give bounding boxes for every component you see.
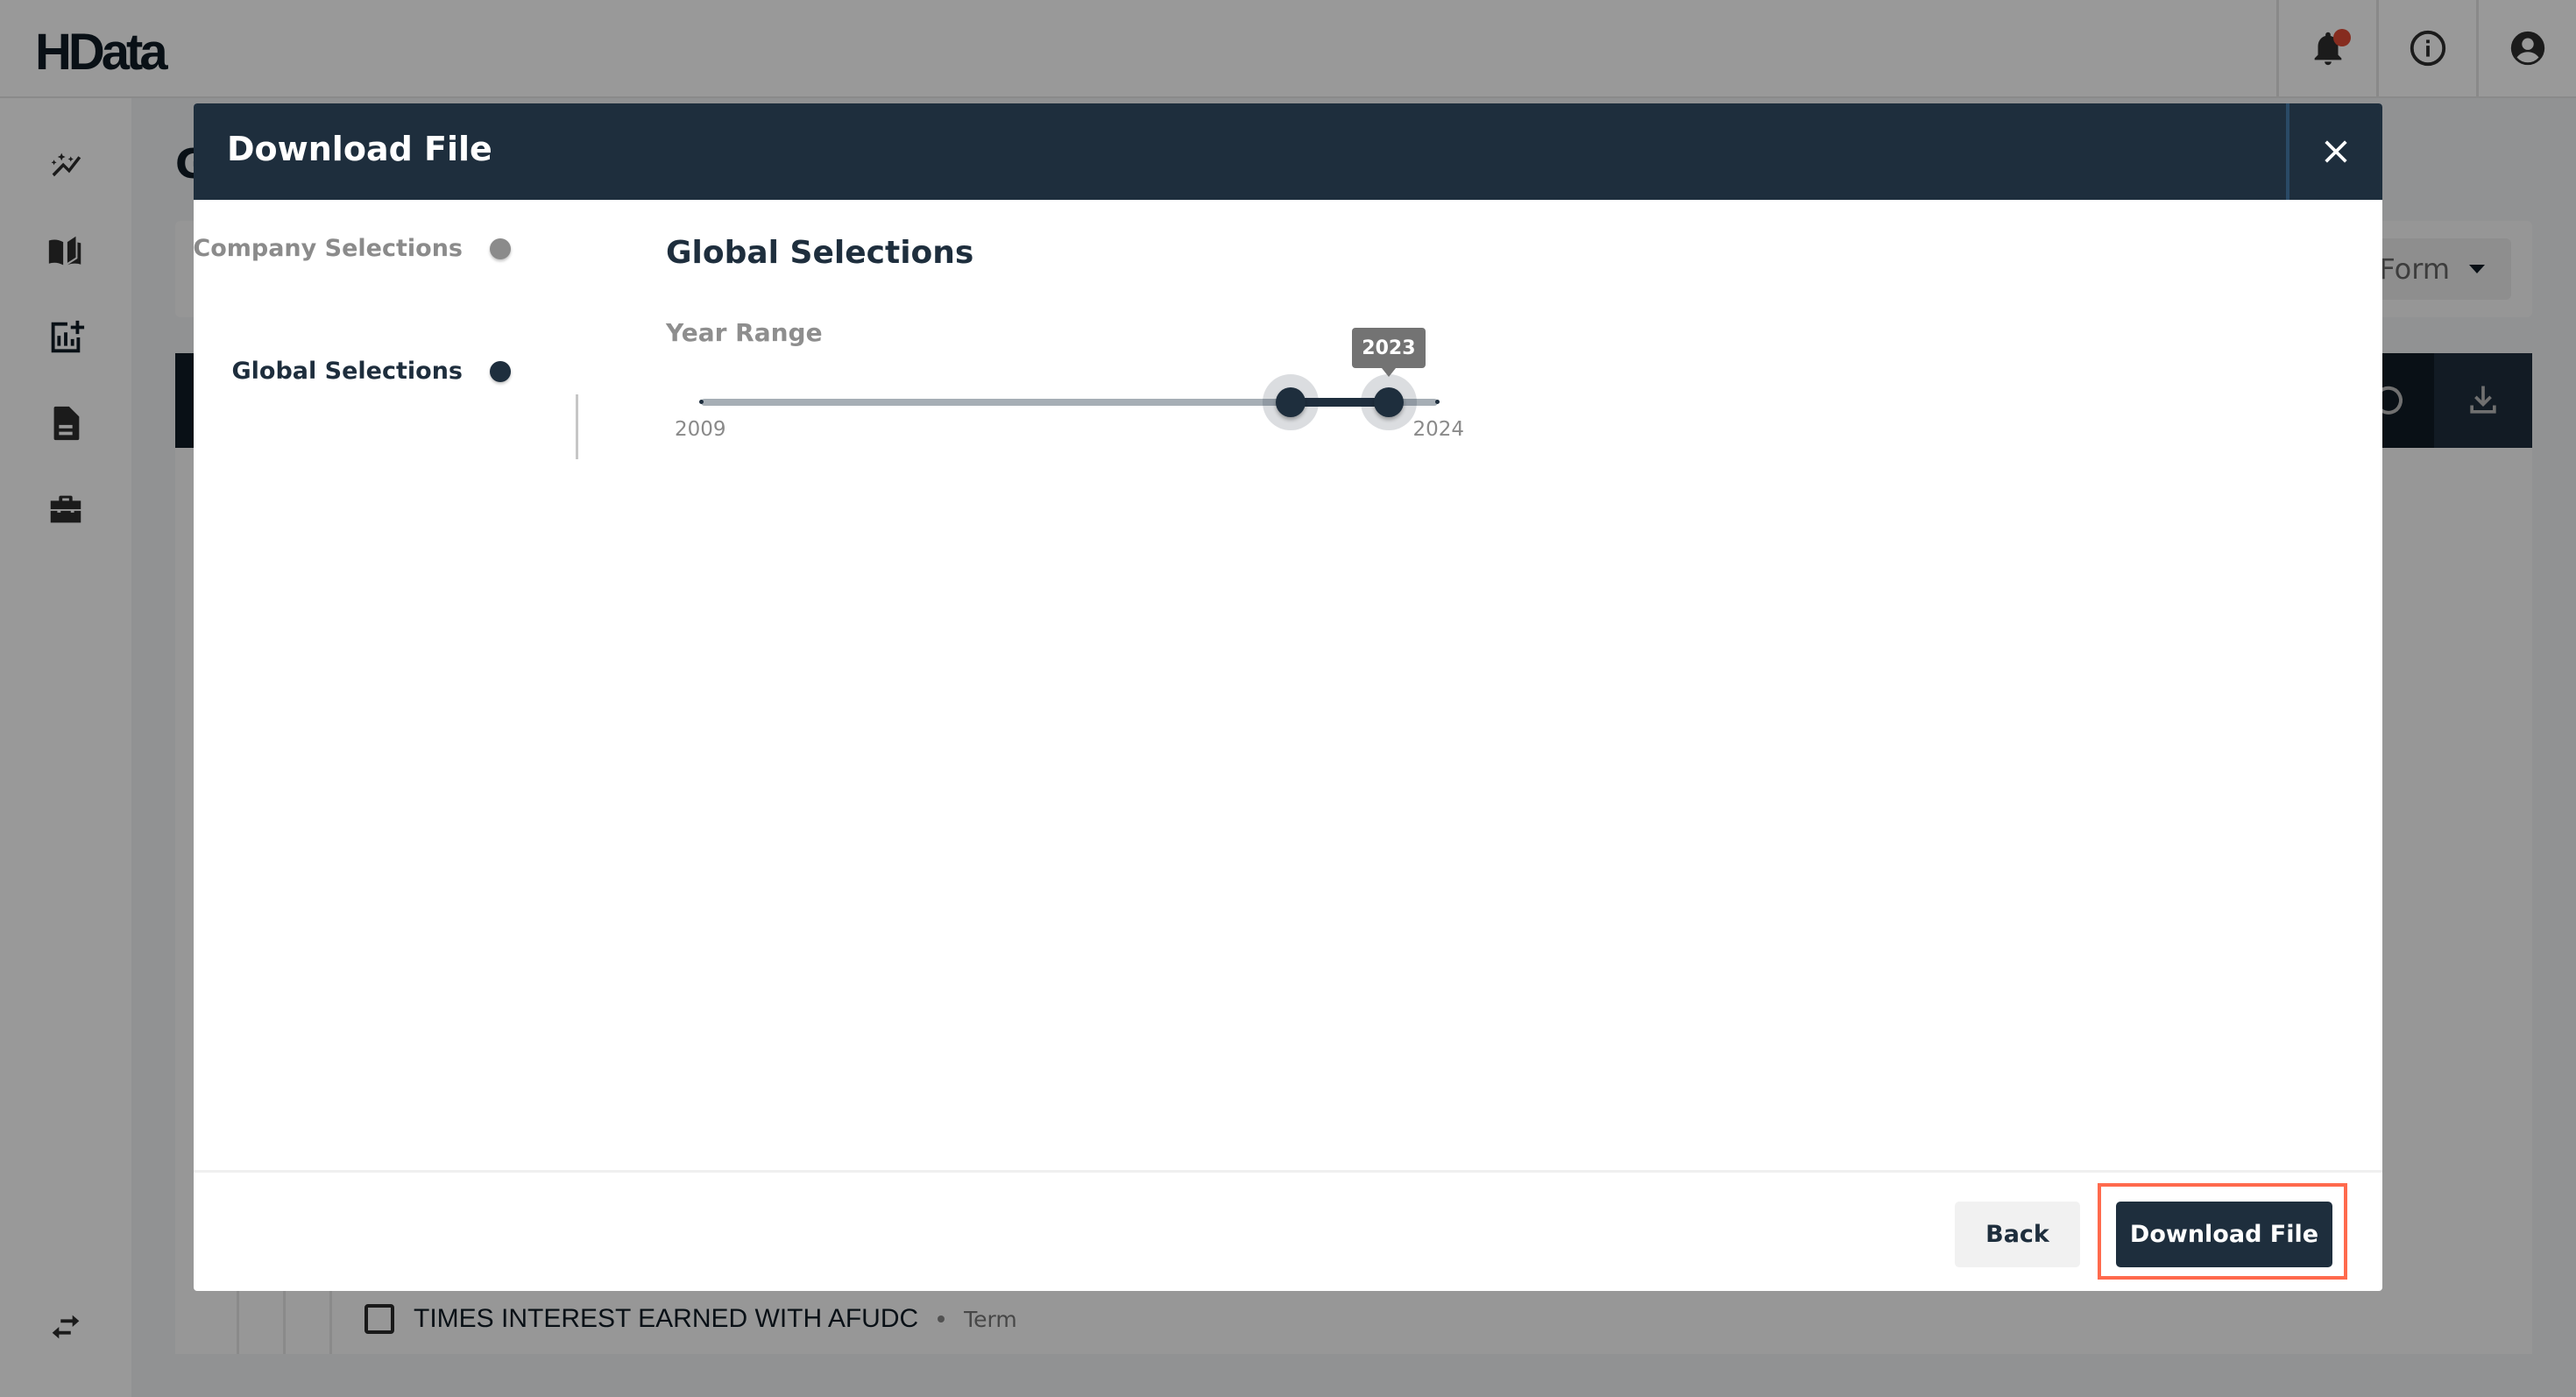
slider-thumb-start[interactable] — [1275, 387, 1306, 417]
slider-thumb-end[interactable] — [1373, 387, 1404, 417]
slider-min-label: 2009 — [675, 418, 726, 441]
step-global-selections[interactable]: Global Selections — [231, 358, 614, 385]
download-file-button[interactable]: Download File — [2116, 1202, 2332, 1267]
dialog-footer: Back Download File — [194, 1170, 2382, 1291]
step-company-selections[interactable]: Company Selections — [194, 235, 614, 262]
close-button[interactable] — [2286, 103, 2382, 200]
step-label: Company Selections — [194, 235, 463, 262]
step-connector — [576, 394, 578, 459]
stepper: Company Selections Global Selections — [194, 200, 614, 463]
year-range-slider[interactable]: 2023 2009 2024 — [675, 328, 1464, 453]
slider-track-start — [699, 400, 704, 404]
step-label: Global Selections — [231, 358, 463, 385]
dialog-title: Download File — [227, 130, 492, 168]
slider-value-tooltip: 2023 — [1351, 328, 1426, 377]
slider-max-label: 2024 — [1412, 418, 1464, 441]
download-file-dialog: Download File Company Selections Global … — [194, 103, 2382, 1291]
dialog-header: Download File — [194, 103, 2382, 200]
step-indicator-active — [490, 360, 511, 382]
year-range-label: Year Range — [666, 318, 823, 347]
step-indicator-completed — [490, 238, 511, 259]
close-icon — [2325, 140, 2347, 163]
slider-track-end — [1435, 400, 1440, 404]
section-title: Global Selections — [666, 235, 974, 271]
back-button[interactable]: Back — [1955, 1202, 2080, 1267]
